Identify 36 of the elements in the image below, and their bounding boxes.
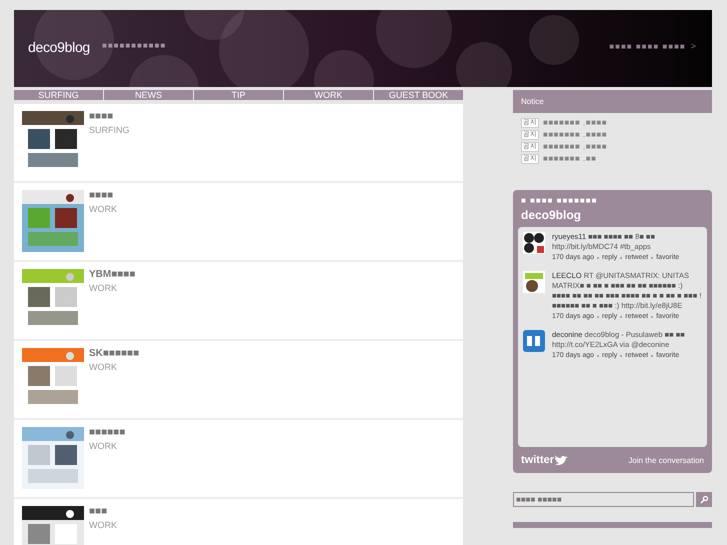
- widget-caption: ■ ■■■■ ■■■■■■■: [521, 196, 598, 205]
- bird-icon: [555, 454, 569, 466]
- twitter-logo[interactable]: twitter: [521, 454, 569, 466]
- post-title[interactable]: ■■■■: [89, 111, 130, 122]
- search-button[interactable]: [696, 492, 712, 507]
- notice-link[interactable]: ■■■■■■■ .■■■■: [543, 118, 608, 127]
- nav-tab[interactable]: NEWS: [104, 90, 193, 100]
- avatar-icon[interactable]: [523, 232, 545, 254]
- post-category[interactable]: WORK: [89, 204, 117, 214]
- post-title[interactable]: SK■■■■■■: [89, 348, 140, 359]
- post-title[interactable]: YBM■■■■: [89, 269, 136, 280]
- post-category[interactable]: WORK: [89, 283, 136, 293]
- nav-tab[interactable]: SURFING: [14, 90, 103, 100]
- nav-tab[interactable]: GUEST BOOK: [374, 90, 463, 100]
- post-title[interactable]: ■■■■: [89, 190, 117, 201]
- arrow-icon[interactable]: >: [690, 41, 696, 51]
- post-category[interactable]: SURFING: [89, 125, 130, 135]
- account-name[interactable]: deco9blog: [521, 208, 707, 222]
- avatar-icon[interactable]: [523, 271, 545, 293]
- header-link[interactable]: ■■■■ ■■■■ ■■■■: [609, 42, 686, 51]
- post-category[interactable]: WORK: [89, 362, 140, 372]
- post-category[interactable]: WORK: [89, 441, 126, 451]
- post-title[interactable]: ■■■■■■: [89, 427, 126, 438]
- blog-subtitle: ■■■■■■■■■■■: [102, 41, 166, 50]
- nav-tab[interactable]: TIP: [194, 90, 283, 100]
- notice-header: Notice: [513, 90, 712, 113]
- search-icon: [700, 496, 708, 504]
- notice-link[interactable]: ■■■■■■■ .■■■■: [543, 142, 608, 151]
- search-field[interactable]: ■■■■ ■■■■■: [513, 492, 694, 507]
- post-title[interactable]: ■■■: [89, 506, 117, 517]
- blog-title[interactable]: deco9blog: [28, 39, 90, 55]
- nav-tab[interactable]: WORK: [284, 90, 373, 100]
- notice-link[interactable]: ■■■■■■■ .■■■■: [543, 130, 608, 139]
- notice-link[interactable]: ■■■■■■■ .■■: [543, 154, 596, 163]
- post-category[interactable]: WORK: [89, 520, 117, 530]
- join-link[interactable]: Join the conversation: [628, 456, 704, 464]
